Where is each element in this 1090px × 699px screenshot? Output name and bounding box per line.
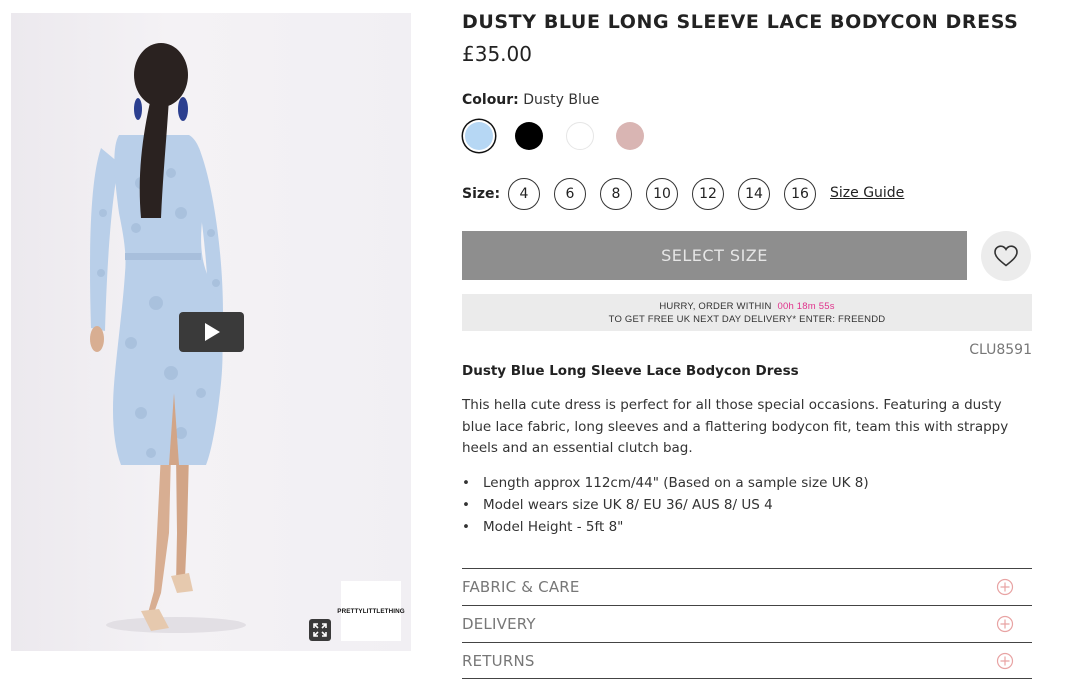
swatch-white[interactable] — [566, 122, 594, 150]
product-price: £35.00 — [462, 42, 532, 66]
accordion-returns[interactable]: RETURNS — [462, 642, 1032, 679]
accordion-label: FABRIC & CARE — [462, 578, 580, 596]
swatch-dusty-blue[interactable] — [465, 122, 493, 150]
product-title: DUSTY BLUE LONG SLEEVE LACE BODYCON DRES… — [462, 11, 1019, 33]
colour-label: Colour: — [462, 92, 519, 108]
plus-circle-icon — [996, 578, 1014, 596]
size-option-6[interactable]: 6 — [554, 178, 586, 210]
accordion-delivery[interactable]: DELIVERY — [462, 605, 1032, 642]
fullscreen-icon — [313, 623, 327, 637]
colour-row: Colour: Dusty Blue — [462, 92, 599, 108]
size-option-8[interactable]: 8 — [600, 178, 632, 210]
colour-swatches — [462, 120, 662, 154]
countdown-timer: 00h 18m 55s — [777, 301, 835, 312]
fullscreen-button[interactable] — [309, 619, 331, 641]
plus-circle-icon — [996, 652, 1014, 669]
accordion-fabric-care[interactable]: FABRIC & CARE — [462, 568, 1032, 605]
size-guide-link[interactable]: Size Guide — [830, 185, 904, 201]
accordion-label: DELIVERY — [462, 615, 536, 633]
play-icon — [204, 323, 220, 341]
swatch-pink[interactable] — [616, 122, 644, 150]
select-size-button[interactable]: SELECT SIZE — [462, 231, 967, 280]
plus-circle-icon — [996, 615, 1014, 633]
description-body: This hella cute dress is perfect for all… — [462, 397, 1009, 456]
bullet-item: Model wears size UK 8/ EU 36/ AUS 8/ US … — [462, 494, 1032, 516]
play-button[interactable] — [179, 312, 244, 352]
size-option-10[interactable]: 10 — [646, 178, 678, 210]
product-video[interactable]: PRETTYLITTLETHING — [11, 13, 411, 651]
size-option-14[interactable]: 14 — [738, 178, 770, 210]
bullet-item: Model Height - 5ft 8" — [462, 516, 1032, 538]
brand-logo-text: PRETTYLITTLETHING — [337, 607, 405, 615]
product-sku: CLU8591 — [969, 342, 1032, 358]
size-option-12[interactable]: 12 — [692, 178, 724, 210]
colour-value: Dusty Blue — [523, 92, 600, 108]
brand-logo: PRETTYLITTLETHING — [337, 581, 405, 641]
bullet-item: Length approx 112cm/44" (Based on a samp… — [462, 472, 1032, 494]
promo-line-1: HURRY, ORDER WITHIN 00h 18m 55s — [462, 300, 1032, 313]
info-accordion: FABRIC & CARE DELIVERY RETURNS — [462, 568, 1032, 679]
promo-banner: HURRY, ORDER WITHIN 00h 18m 55s TO GET FR… — [462, 294, 1032, 331]
description-title: Dusty Blue Long Sleeve Lace Bodycon Dres… — [462, 363, 799, 379]
wishlist-button[interactable] — [981, 231, 1031, 281]
heart-icon — [994, 245, 1018, 267]
swatch-black[interactable] — [515, 122, 543, 150]
size-option-16[interactable]: 16 — [784, 178, 816, 210]
promo-line-2: TO GET FREE UK NEXT DAY DELIVERY* ENTER:… — [608, 314, 886, 325]
description-bullets: Length approx 112cm/44" (Based on a samp… — [462, 472, 1032, 538]
accordion-label: RETURNS — [462, 651, 535, 670]
promo-text: HURRY, ORDER WITHIN — [659, 301, 772, 312]
size-option-4[interactable]: 4 — [508, 178, 540, 210]
size-selector: Size: 4 6 8 10 12 14 16 Size Guide — [462, 178, 1032, 212]
size-label: Size: — [462, 186, 501, 202]
